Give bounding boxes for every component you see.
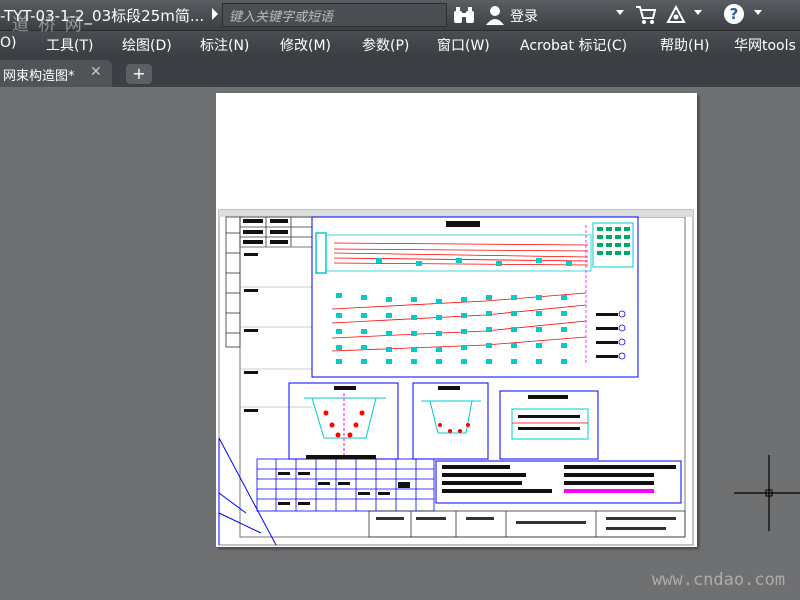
user-icon[interactable]	[485, 5, 505, 29]
search-placeholder: 键入关键字或短语	[229, 10, 334, 25]
watermark-top: 道 桥 网	[12, 15, 84, 35]
crosshair-cursor-icon	[734, 455, 800, 535]
menu-item-help[interactable]: 帮助(H)	[660, 35, 709, 55]
section-view-b	[412, 382, 489, 460]
menu-item-modify[interactable]: 修改(M)	[280, 35, 331, 55]
menu-item-view[interactable]: O)	[0, 35, 16, 51]
new-tab-button[interactable]: +	[126, 64, 152, 84]
wedge-symbol	[218, 437, 277, 546]
login-button[interactable]: 登录	[510, 6, 538, 26]
login-dropdown-chevron-icon[interactable]	[616, 10, 624, 15]
drawing-canvas[interactable]	[0, 87, 800, 600]
search-input[interactable]: 键入关键字或短语	[222, 3, 447, 27]
section-view-a	[288, 382, 399, 460]
close-icon[interactable]: ✕	[90, 64, 102, 80]
tendon-elevation-view	[311, 216, 639, 378]
tab-label: 网束构造图*	[3, 69, 75, 84]
menu-item-draw[interactable]: 绘图(D)	[122, 35, 172, 55]
notes-block	[435, 460, 682, 504]
menu-item-parametric[interactable]: 参数(P)	[362, 35, 409, 55]
exchange-dropdown-chevron-icon[interactable]	[694, 10, 702, 15]
document-tab-bar: 网束构造图* ✕ +	[0, 57, 800, 87]
cad-drawing	[218, 209, 694, 546]
title-bar: -TYT-03-1-2_03标段25m简... 键入关键字或短语 登录 ?	[0, 0, 800, 30]
detail-view	[499, 390, 599, 460]
help-dropdown-chevron-icon[interactable]	[754, 10, 762, 15]
menu-item-huawang-tools[interactable]: 华网tools	[734, 35, 796, 55]
cart-icon[interactable]	[635, 5, 657, 29]
exchange-triangle-icon[interactable]	[666, 4, 686, 29]
tab-active-drawing[interactable]: 网束构造图* ✕	[0, 60, 112, 87]
menu-item-window[interactable]: 窗口(W)	[437, 35, 490, 55]
watermark-bottom: www.cndao.com	[652, 570, 786, 590]
help-icon[interactable]: ?	[724, 4, 744, 24]
left-title-block	[225, 216, 313, 348]
menu-item-tools[interactable]: 工具(T)	[46, 35, 93, 55]
menu-bar: O) 工具(T) 绘图(D) 标注(N) 修改(M) 参数(P) 窗口(W) A…	[0, 30, 800, 58]
menu-item-dimension[interactable]: 标注(N)	[200, 35, 249, 55]
menu-item-acrobat-markup[interactable]: Acrobat 标记(C)	[520, 35, 627, 55]
binoculars-icon[interactable]	[453, 6, 475, 28]
paper-sheet	[216, 93, 697, 547]
title-expand-arrow-icon[interactable]	[212, 8, 218, 20]
